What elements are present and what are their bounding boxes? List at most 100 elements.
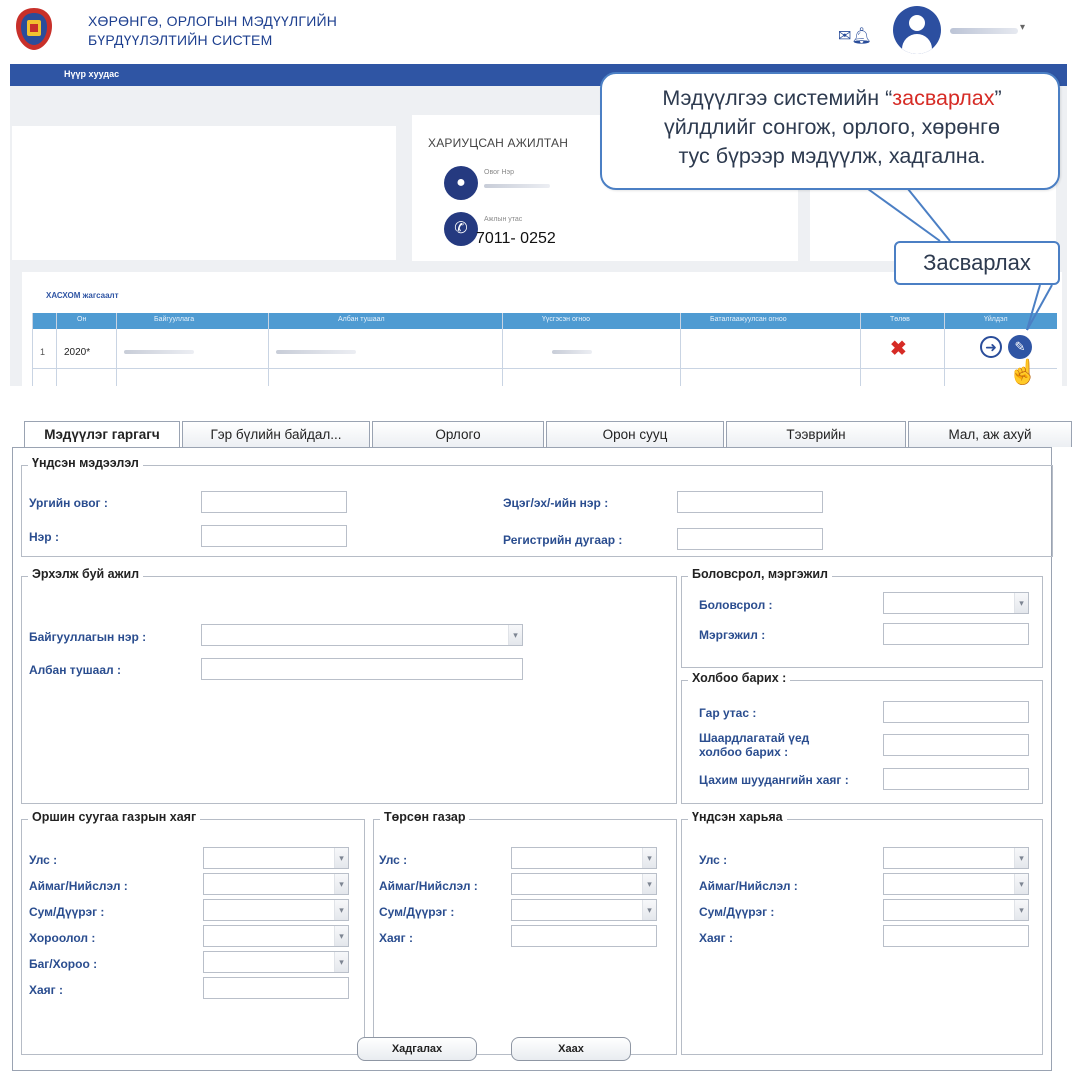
chevron-down-icon: ▾: [642, 848, 656, 868]
nav-home-link[interactable]: Нүүр хуудас: [64, 69, 119, 79]
res-country-select[interactable]: ▾: [203, 847, 349, 869]
res-khoroolol-select[interactable]: ▾: [203, 925, 349, 947]
chevron-down-icon: ▾: [334, 848, 348, 868]
label-register: Регистрийн дугаар :: [503, 533, 623, 547]
header-icons: ✉🔔︎: [838, 26, 872, 46]
chevron-down-icon: ▾: [334, 900, 348, 920]
organization-select[interactable]: ▾: [201, 624, 523, 646]
tab-declarant[interactable]: Мэдүүлэг гаргагч: [24, 421, 180, 448]
system-title: ХӨРӨНГӨ, ОРЛОГЫН МЭДҮҮЛГИЙН БҮРДҮҮЛЭЛТИЙ…: [88, 12, 337, 50]
declaration-table-title: ХАСХОМ жагсаалт: [46, 291, 119, 300]
education-select[interactable]: ▾: [883, 592, 1029, 614]
mobile-input[interactable]: [883, 701, 1029, 723]
col-organization: Байгууллага: [154, 316, 195, 323]
label-birth-country: Улс :: [379, 853, 408, 867]
cell-position-redacted: [276, 350, 356, 354]
avatar-body: [902, 34, 932, 54]
chevron-down-icon: ▾: [1014, 900, 1028, 920]
officer-name-label: Овог Нэр: [484, 169, 514, 176]
origin-address-input[interactable]: [883, 925, 1029, 947]
birth-district-select[interactable]: ▾: [511, 899, 657, 921]
instruction-callout: Мэдүүлгээ системийн “засварлах” үйлдлийг…: [600, 72, 1060, 190]
birth-province-select[interactable]: ▾: [511, 873, 657, 895]
table-divider: [116, 313, 117, 386]
col-confirmed-date: Баталгаажуулсан огноо: [710, 316, 787, 323]
cell-year: 2020*: [64, 347, 91, 358]
edit-button[interactable]: ✎: [1008, 335, 1032, 359]
res-bag-select[interactable]: ▾: [203, 951, 349, 973]
tab-vehicle[interactable]: Тээврийн: [726, 421, 906, 447]
col-status: Төлөв: [890, 316, 910, 323]
label-res-address: Хаяг :: [29, 983, 64, 997]
legend-basic: Үндсэн мэдээлэл: [28, 456, 143, 470]
table-divider: [32, 313, 33, 386]
legend-education: Боловсрол, мэргэжил: [688, 567, 832, 581]
birth-country-select[interactable]: ▾: [511, 847, 657, 869]
save-button[interactable]: Хадгалах: [357, 1037, 477, 1061]
origin-country-select[interactable]: ▾: [883, 847, 1029, 869]
officer-title: ХАРИУЦСАН АЖИЛТАН: [428, 136, 569, 150]
open-arrow-button[interactable]: ➜: [980, 336, 1002, 358]
label-birth-address: Хаяг :: [379, 931, 414, 945]
chevron-down-icon[interactable]: ▾: [1020, 22, 1025, 33]
mail-icon[interactable]: ✉: [838, 28, 851, 45]
status-rejected-icon: ✖: [890, 338, 907, 360]
table-divider: [860, 313, 861, 386]
label-res-khoroolol: Хороолол :: [29, 931, 96, 945]
emergency-contact-input[interactable]: [883, 734, 1029, 756]
close-button[interactable]: Хаах: [511, 1037, 631, 1061]
label-emergency-line1: Шаардлагатай үед: [699, 731, 810, 745]
position-input[interactable]: [201, 658, 523, 680]
page: ХӨРӨНГӨ, ОРЛОГЫН МЭДҮҮЛГИЙН БҮРДҮҮЛЭЛТИЙ…: [0, 0, 1077, 1071]
fieldset-education: Боловсрол, мэргэжил: [681, 567, 1043, 668]
fieldset-work: Эрхэлж буй ажил: [21, 567, 677, 804]
pointer-hand-icon: ☝: [1008, 359, 1038, 386]
origin-province-select[interactable]: ▾: [883, 873, 1029, 895]
birth-address-input[interactable]: [511, 925, 657, 947]
res-address-input[interactable]: [203, 977, 349, 999]
tab-livestock[interactable]: Мал, аж ахуй: [908, 421, 1072, 447]
callout-line2: үйлдлийг сонгож, орлого, хөрөнгө: [664, 115, 1000, 139]
label-birth-province: Аймаг/Нийслэл :: [379, 879, 478, 893]
callout-highlight: засварлах: [892, 86, 995, 110]
label-organization: Байгууллагын нэр :: [29, 630, 147, 644]
label-res-district: Сум/Дүүрэг :: [29, 905, 105, 919]
res-district-select[interactable]: ▾: [203, 899, 349, 921]
declaration-table-header: Он Байгууллага Албан тушаал Үүсгэсэн огн…: [32, 313, 1057, 329]
chevron-down-icon: ▾: [334, 874, 348, 894]
patronymic-input[interactable]: [677, 491, 823, 513]
officer-name-redacted: [484, 184, 550, 188]
label-res-province: Аймаг/Нийслэл :: [29, 879, 128, 893]
callout-text: Мэдүүлгээ системийн “засварлах” үйлдлийг…: [602, 84, 1062, 171]
user-name-redacted[interactable]: [950, 28, 1018, 34]
table-divider: [56, 313, 57, 386]
tab-family[interactable]: Гэр бүлийн байдал...: [182, 421, 370, 447]
table-divider: [944, 313, 945, 386]
profession-input[interactable]: [883, 623, 1029, 645]
email-input[interactable]: [883, 768, 1029, 790]
label-origin-address: Хаяг :: [699, 931, 734, 945]
name-input[interactable]: [201, 525, 347, 547]
legend-residence: Оршин суугаа газрын хаяг: [28, 810, 201, 824]
phone-icon: ✆: [444, 212, 478, 246]
form-tabs: Мэдүүлэг гаргагч Гэр бүлийн байдал... Ор…: [12, 421, 1072, 448]
top-header: ХӨРӨНГӨ, ОРЛОГЫН МЭДҮҮЛГИЙН БҮРДҮҮЛЭЛТИЙ…: [0, 0, 1077, 62]
callout-text-after: ”: [994, 86, 1002, 110]
tab-income[interactable]: Орлого: [372, 421, 544, 447]
label-profession: Мэргэжил :: [699, 628, 766, 642]
register-input[interactable]: [677, 528, 823, 550]
chevron-down-icon: ▾: [1014, 593, 1028, 613]
officer-phone-value: 7011- 0252: [476, 230, 556, 247]
chevron-down-icon: ▾: [1014, 848, 1028, 868]
avatar-icon[interactable]: [893, 6, 941, 54]
row-number: 1: [40, 347, 46, 357]
label-name: Нэр :: [29, 530, 59, 544]
res-province-select[interactable]: ▾: [203, 873, 349, 895]
chevron-down-icon: ▾: [334, 926, 348, 946]
label-education: Боловсрол :: [699, 598, 773, 612]
label-origin-province: Аймаг/Нийслэл :: [699, 879, 798, 893]
surname-input[interactable]: [201, 491, 347, 513]
tab-housing[interactable]: Орон сууц: [546, 421, 724, 447]
bell-icon[interactable]: 🔔︎: [851, 28, 871, 45]
origin-district-select[interactable]: ▾: [883, 899, 1029, 921]
